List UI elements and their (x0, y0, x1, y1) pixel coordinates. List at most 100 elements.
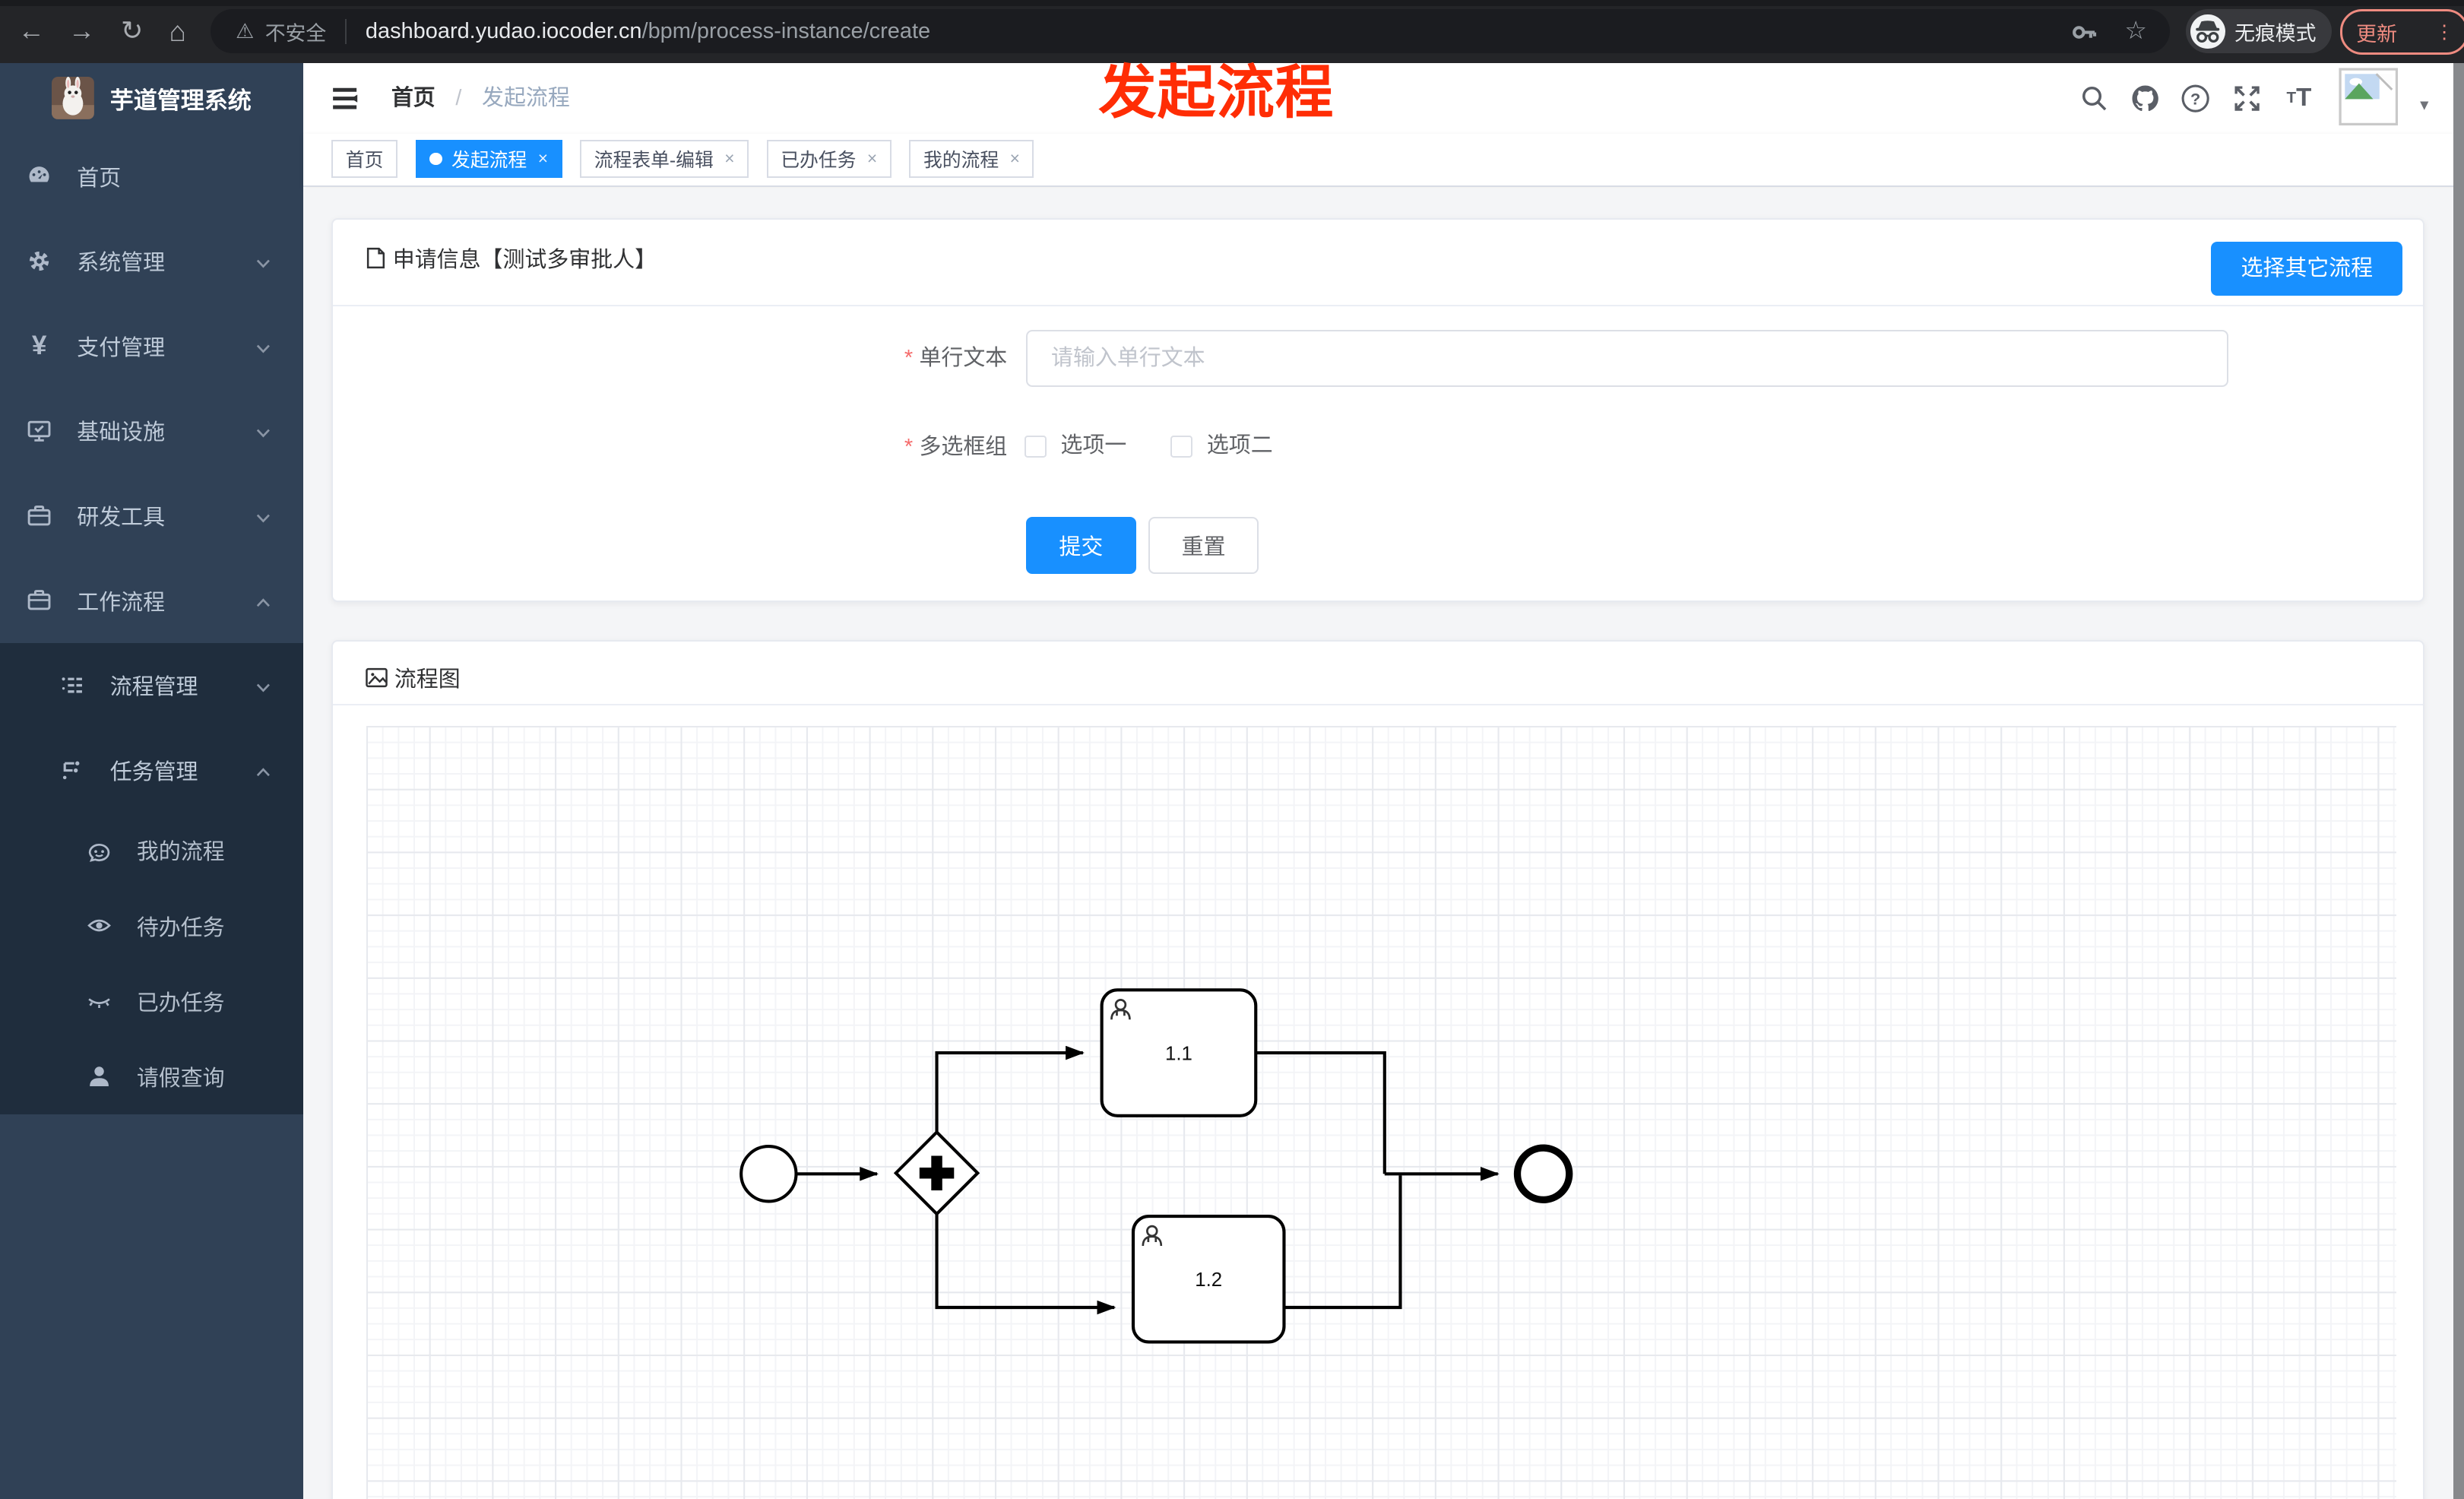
browser-reload-button[interactable]: ↻ (113, 0, 151, 63)
tab-label: 我的流程 (923, 150, 999, 171)
bpmn-end-event[interactable] (1513, 1144, 1573, 1204)
help-icon[interactable]: ? (2173, 63, 2217, 134)
tag-tab-home[interactable]: 首页 (331, 140, 397, 178)
apply-info-card: 申请信息【测试多审批人】 选择其它流程 *单行文本 *多选框组 选项一 选项二 … (331, 218, 2425, 602)
annotation-overlay-title: 发起流程 (1098, 60, 1335, 125)
bpmn-parallel-gateway[interactable] (893, 1130, 980, 1217)
reset-button[interactable]: 重置 (1148, 517, 1259, 574)
browser-menu-icon[interactable]: ⋮ (2435, 21, 2454, 43)
bpmn-user-task-1-1[interactable]: 1.1 (1100, 988, 1257, 1117)
font-size-large-glyph: T (2296, 84, 2312, 113)
sidebar-item-label: 首页 (77, 166, 122, 191)
app-logo-rabbit-avatar (52, 77, 95, 120)
flow-gateway-to-task1 (935, 1045, 1085, 1133)
tab-close-icon[interactable]: × (724, 148, 734, 169)
not-secure-label[interactable]: 不安全 (265, 17, 327, 46)
option-one-label[interactable]: 选项一 (1061, 426, 1127, 467)
browser-update-button[interactable]: 更新 ⋮ (2339, 9, 2464, 55)
fullscreen-icon[interactable] (2225, 63, 2269, 134)
briefcase-icon (27, 588, 52, 613)
chevron-down-icon (255, 338, 272, 363)
flow-gateway-to-task2 (935, 1213, 1116, 1315)
sidebar-item-infrastructure[interactable]: 基础设施 (0, 388, 303, 474)
bookmark-star-icon[interactable]: ☆ (2124, 0, 2147, 63)
incognito-icon (2190, 14, 2225, 49)
field-label-text: 单行文本 (919, 346, 1008, 371)
list-icon (60, 673, 85, 698)
sidebar-item-home[interactable]: 首页 (0, 134, 303, 219)
github-icon[interactable] (2123, 63, 2167, 134)
password-key-icon[interactable] (2071, 19, 2098, 52)
tab-close-icon[interactable]: × (1010, 148, 1020, 169)
option-two-checkbox[interactable] (1170, 435, 1193, 458)
sidebar-item-process-management[interactable]: 流程管理 (0, 643, 303, 728)
tag-tab-done-tasks[interactable]: 已办任务 × (766, 140, 892, 178)
browser-home-button[interactable]: ⌂ (159, 0, 197, 63)
gear-icon (27, 249, 52, 274)
sidebar-item-label: 任务管理 (109, 760, 198, 785)
browser-forward-button[interactable]: → (63, 0, 101, 63)
sidebar-item-dev-tools[interactable]: 研发工具 (0, 473, 303, 558)
app-logo-row[interactable]: 芋道管理系统 (0, 63, 303, 134)
bpmn-start-event[interactable] (739, 1145, 798, 1203)
sidebar-item-todo-tasks[interactable]: 待办任务 (0, 888, 303, 963)
sidebar-item-label: 研发工具 (77, 505, 166, 531)
font-size-icon[interactable]: TT (2277, 63, 2321, 134)
bpmn-user-task-1-2[interactable]: 1.2 (1131, 1215, 1286, 1344)
tab-close-icon[interactable]: × (538, 148, 548, 169)
browser-back-button[interactable]: ← (13, 0, 51, 63)
option-one-checkbox[interactable] (1024, 435, 1047, 458)
bpmn-diagram: 1.1 1.2 (739, 988, 1573, 1344)
chevron-down-icon (255, 253, 272, 278)
tag-tab-form-edit[interactable]: 流程表单-编辑 × (580, 140, 749, 178)
sidebar-item-task-management[interactable]: 任务管理 (0, 727, 303, 813)
checkbox-group-label: * 多选框组 (693, 434, 1008, 459)
page-scrollbar[interactable] (2453, 62, 2464, 1499)
app-title: 芋道管理系统 (109, 87, 252, 114)
sidebar-item-my-processes[interactable]: 我的流程 (0, 813, 303, 888)
bpmn-canvas[interactable]: 1.1 1.2 (366, 726, 2396, 1499)
address-bar-separator (345, 18, 347, 44)
card-header-divider (333, 704, 2424, 706)
sidebar-item-label: 待办任务 (136, 915, 225, 940)
sidebar-item-system-management[interactable]: 系统管理 (0, 218, 303, 303)
yen-icon: ¥ (31, 331, 47, 361)
tab-close-icon[interactable]: × (867, 148, 877, 169)
tab-label: 流程表单-编辑 (594, 150, 714, 171)
user-icon (87, 1064, 112, 1089)
diagram-card-title: 流程图 (365, 661, 461, 693)
workflow-submenu: 流程管理 任务管理 我的流程 待办任务 已办任务 请假查询 (0, 642, 304, 1114)
tag-tab-create-process[interactable]: 发起流程 × (415, 140, 562, 178)
chevron-up-icon (255, 592, 272, 617)
active-tab-dot (429, 152, 442, 166)
avatar-caret-down-icon[interactable]: ▾ (2420, 94, 2428, 115)
dashboard-icon (27, 163, 52, 189)
eye-closed-icon (87, 988, 112, 1013)
sidebar-item-leave-query[interactable]: 请假查询 (0, 1039, 303, 1114)
incognito-label: 无痕模式 (2234, 21, 2317, 45)
tag-tab-my-processes[interactable]: 我的流程 × (909, 140, 1034, 178)
card-title-text: 申请信息【测试多审批人】 (392, 248, 657, 273)
sidebar-item-payment-management[interactable]: ¥ 支付管理 (0, 303, 303, 388)
required-asterisk: * (904, 346, 914, 371)
field-label-text: 多选框组 (919, 434, 1008, 459)
sidebar-item-workflow[interactable]: 工作流程 (0, 558, 303, 643)
incognito-badge[interactable]: 无痕模式 (2186, 9, 2333, 54)
option-two-label[interactable]: 选项二 (1207, 426, 1273, 467)
top-navbar: 首页 / 发起流程 ? TT ▾ (303, 62, 2464, 134)
tab-label: 发起流程 (451, 150, 527, 171)
sidebar-collapse-icon[interactable] (330, 84, 359, 120)
user-avatar[interactable] (2338, 68, 2399, 126)
sidebar-item-done-tasks[interactable]: 已办任务 (0, 963, 303, 1038)
choose-other-process-button[interactable]: 选择其它流程 (2211, 242, 2403, 296)
not-secure-icon: ⚠ (236, 19, 255, 43)
chevron-up-icon (255, 762, 272, 788)
submit-button[interactable]: 提交 (1026, 517, 1136, 574)
search-icon[interactable] (2073, 63, 2117, 134)
update-label: 更新 (2356, 22, 2397, 46)
breadcrumb-home-link[interactable]: 首页 (391, 86, 435, 110)
flow-icon (60, 758, 85, 783)
chevron-down-icon (255, 677, 272, 702)
single-line-text-input[interactable] (1026, 330, 2228, 387)
process-diagram-card: 流程图 1.1 1.2 (331, 639, 2425, 1499)
